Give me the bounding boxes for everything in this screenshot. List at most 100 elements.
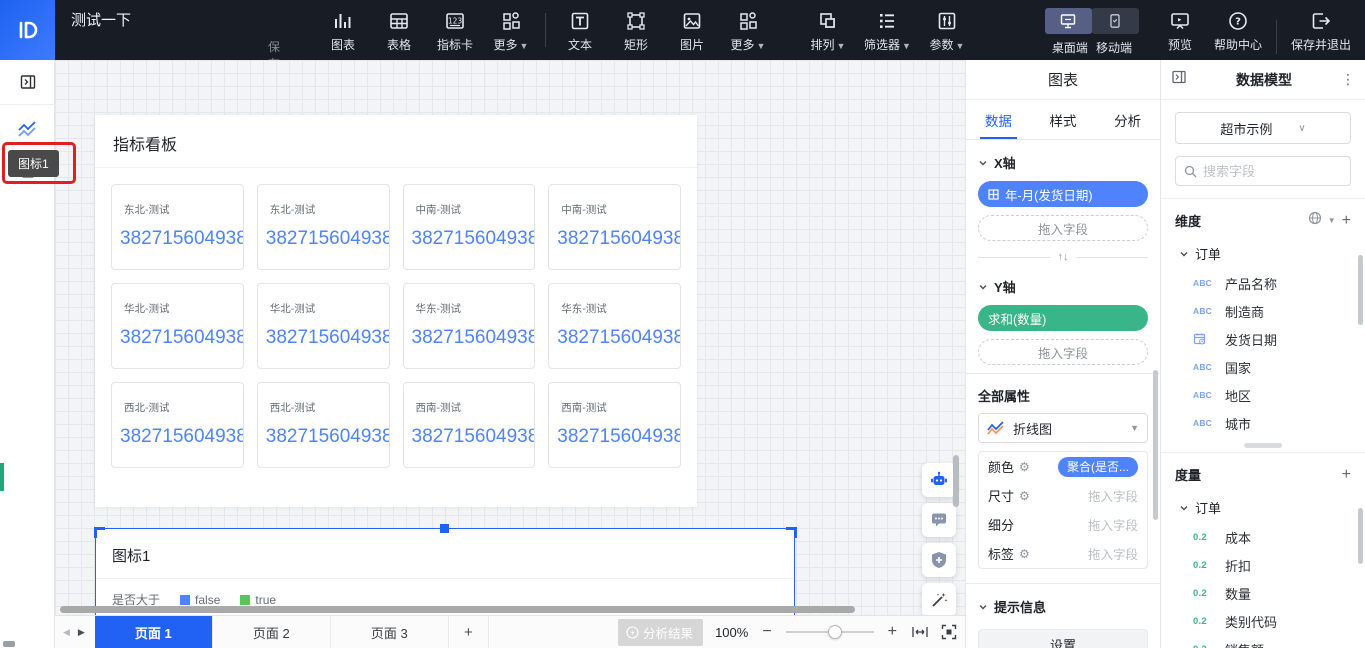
dimension-group-orders[interactable]: 订单 — [1161, 236, 1365, 269]
mobile-toggle[interactable] — [1092, 8, 1139, 34]
analysis-result-button[interactable]: 分析结果 — [618, 619, 703, 646]
dimension-field[interactable]: ABC制造商 — [1161, 297, 1365, 325]
zoom-slider[interactable] — [786, 625, 874, 639]
measure-field[interactable]: 0.2类别代码 — [1161, 607, 1365, 635]
kpi-card[interactable]: 西北-测试382715604938e — [257, 382, 390, 468]
fit-width-icon[interactable] — [911, 624, 929, 640]
chart-panel-scrollbar[interactable] — [1153, 370, 1158, 520]
kpi-card[interactable]: 中南-测试382715604938e — [548, 184, 681, 270]
tool-kpi-card[interactable]: 123 更多指标卡 — [435, 8, 475, 53]
ai-assistant-button[interactable] — [922, 463, 956, 497]
selection-handle-topleft[interactable] — [94, 527, 105, 538]
dimension-field[interactable]: ABC地区 — [1161, 381, 1365, 409]
kpi-card[interactable]: 华北-测试382715604938e — [257, 283, 390, 369]
color-field-pill[interactable]: 聚合(是否... — [1058, 457, 1138, 477]
gear-icon[interactable]: ⚙ — [1019, 489, 1030, 503]
magic-wand-button[interactable] — [922, 583, 956, 615]
y-axis-field-pill[interactable]: 求和(数量) — [978, 305, 1148, 331]
section-resize-handle[interactable] — [1244, 443, 1282, 448]
tool-parameter[interactable]: 参数▼ — [927, 8, 967, 53]
dimensions-scrollbar[interactable] — [1358, 255, 1363, 325]
kpi-card[interactable]: 华东-测试382715604938e — [403, 283, 536, 369]
canvas-horizontal-scrollbar[interactable] — [60, 606, 855, 613]
kpi-dashboard-widget[interactable]: 指标看板 东北-测试382715604938e 东北-测试38271560493… — [95, 115, 697, 507]
tab-analysis[interactable]: 分析 — [1095, 100, 1160, 139]
page-tab-1[interactable]: 页面 1 — [95, 616, 213, 648]
tool-table[interactable]: 表格 — [379, 8, 419, 53]
tool-text[interactable]: 文本 — [560, 8, 600, 53]
measure-field[interactable]: 0.2数量 — [1161, 579, 1365, 607]
measure-group-orders[interactable]: 订单 — [1161, 490, 1365, 523]
dimension-field[interactable]: 发货日期 — [1161, 325, 1365, 353]
tab-data[interactable]: 数据 — [966, 100, 1031, 139]
dimension-field[interactable]: ABC国家 — [1161, 353, 1365, 381]
tool-insert-more[interactable]: 更多▼ — [491, 8, 531, 53]
kpi-card[interactable]: 东北-测试382715604938e — [257, 184, 390, 270]
measures-scrollbar[interactable] — [1358, 508, 1363, 564]
x-axis-field-pill[interactable]: 年-月(发货日期) — [978, 181, 1148, 207]
tool-arrange[interactable]: 排列▼ — [808, 8, 848, 53]
help-center-button[interactable]: ? 帮助中心 — [1214, 8, 1262, 53]
zoom-out-button[interactable]: − — [760, 624, 773, 640]
collapse-panel-button[interactable] — [0, 60, 55, 104]
size-drop-zone[interactable]: 拖入字段 — [1088, 486, 1138, 505]
tooltip-settings-button[interactable]: 设置 — [978, 629, 1148, 648]
y-axis-drop-zone[interactable]: 拖入字段 — [978, 339, 1148, 365]
design-canvas[interactable]: 指标看板 东北-测试382715604938e 东北-测试38271560493… — [55, 60, 965, 615]
kpi-card[interactable]: 华东-测试382715604938e — [548, 283, 681, 369]
shield-add-button[interactable] — [922, 543, 956, 577]
rail-item-chart1[interactable] — [0, 105, 55, 153]
page-scroll-right-icon[interactable]: ▶ — [78, 627, 85, 638]
dimension-field[interactable]: ABC城市 — [1161, 409, 1365, 437]
tool-chart[interactable]: 图表 — [323, 8, 363, 53]
add-page-button[interactable]: + — [449, 616, 489, 648]
zoom-slider-thumb[interactable] — [828, 625, 842, 639]
globe-icon[interactable] — [1308, 211, 1322, 230]
preview-button[interactable]: 预览 — [1160, 8, 1200, 53]
tool-image[interactable]: 图片 — [672, 8, 712, 53]
selected-chart-widget[interactable]: 图标1 是否大于 false true — [95, 528, 795, 615]
measure-field[interactable]: 0.2销售额 — [1161, 635, 1365, 648]
page-scroll-left-icon[interactable]: ◀ — [63, 627, 70, 638]
canvas-vertical-scrollbar[interactable] — [953, 455, 959, 507]
chart-type-select[interactable]: 折线图 ▼ — [978, 413, 1148, 443]
selection-handle-topright[interactable] — [786, 527, 797, 538]
chevron-down-icon[interactable]: ▼ — [1328, 216, 1336, 225]
add-measure-button[interactable]: + — [1342, 466, 1351, 484]
tool-filter[interactable]: 筛选器▼ — [864, 8, 911, 53]
measure-field[interactable]: 0.2成本 — [1161, 523, 1365, 551]
kpi-card[interactable]: 华北-测试382715604938e — [111, 283, 244, 369]
field-search[interactable] — [1175, 156, 1351, 186]
panel-collapse-icon[interactable] — [1171, 69, 1187, 90]
x-axis-drop-zone[interactable]: 拖入字段 — [978, 215, 1148, 241]
field-search-input[interactable] — [1203, 164, 1323, 179]
dimension-field[interactable]: ABC产品名称 — [1161, 269, 1365, 297]
selection-handle-topmid[interactable] — [440, 524, 449, 533]
label-drop-zone[interactable]: 拖入字段 — [1088, 544, 1138, 563]
legend-item-true[interactable]: true — [240, 593, 276, 607]
x-axis-section[interactable]: X轴 — [966, 140, 1160, 181]
comment-button[interactable] — [922, 503, 956, 537]
legend-item-false[interactable]: false — [180, 593, 220, 607]
dataset-select[interactable]: 超市示例 ∨ — [1175, 112, 1351, 144]
kebab-menu-icon[interactable]: ⋮ — [1341, 71, 1355, 88]
save-exit-button[interactable]: 保存并退出 — [1291, 8, 1351, 53]
gear-icon[interactable]: ⚙ — [1019, 547, 1030, 561]
tool-element-more[interactable]: 更多▼ — [728, 8, 768, 53]
add-dimension-button[interactable]: + — [1342, 212, 1351, 230]
tooltip-section[interactable]: 提示信息 — [966, 584, 1160, 625]
app-logo[interactable] — [0, 0, 55, 60]
measure-field[interactable]: 0.2折扣 — [1161, 551, 1365, 579]
kpi-card[interactable]: 西北-测试382715604938e — [111, 382, 244, 468]
axis-swap-divider[interactable]: ↑↓ — [978, 251, 1148, 263]
tool-rectangle[interactable]: 矩形 — [616, 8, 656, 53]
kpi-card[interactable]: 中南-测试382715604938e — [403, 184, 536, 270]
kpi-card[interactable]: 东北-测试382715604938e — [111, 184, 244, 270]
desktop-toggle[interactable] — [1045, 8, 1092, 34]
page-tab-3[interactable]: 页面 3 — [331, 616, 449, 648]
gear-icon[interactable]: ⚙ — [1019, 460, 1030, 474]
y-axis-section[interactable]: Y轴 — [966, 273, 1160, 305]
kpi-card[interactable]: 西南-测试382715604938e — [403, 382, 536, 468]
subdivide-drop-zone[interactable]: 拖入字段 — [1088, 515, 1138, 534]
kpi-card[interactable]: 西南-测试382715604938e — [548, 382, 681, 468]
